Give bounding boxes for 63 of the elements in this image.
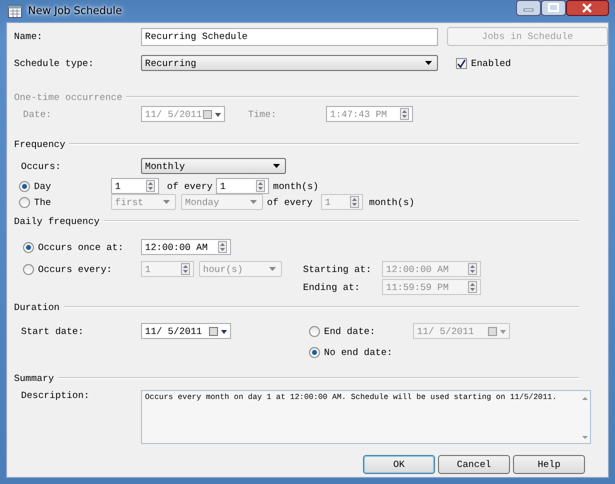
- radio-button[interactable]: [309, 346, 320, 358]
- radio-label: The: [34, 196, 52, 208]
- day-spinbox[interactable]: 1: [111, 178, 159, 194]
- enabled-checkbox[interactable]: [456, 58, 467, 68]
- ending-at-label: Ending at:: [303, 282, 362, 292]
- spinner-icon: [468, 263, 477, 275]
- radio-label: No end date:: [324, 346, 392, 358]
- close-icon[interactable]: [566, 0, 609, 16]
- radio-button[interactable]: [309, 326, 320, 336]
- caret-icon: [163, 200, 170, 204]
- caret-icon: [273, 164, 280, 168]
- caret-icon: [425, 61, 432, 65]
- spinner-icon: [181, 263, 190, 275]
- section-title: Duration: [14, 302, 60, 312]
- start-date-label: Start date:: [20, 326, 85, 336]
- dialog-button[interactable]: Help: [513, 455, 585, 474]
- of-every-label: of every: [167, 180, 214, 192]
- date-label: Date:: [22, 108, 53, 120]
- time-label: Time:: [248, 108, 278, 120]
- months-unit-label: month(s): [273, 180, 319, 192]
- dialog-button[interactable]: OK: [363, 455, 435, 474]
- spinner-icon: [256, 180, 265, 192]
- calendar-dropdown-icon: [203, 110, 221, 118]
- radio-label: End date:: [324, 326, 376, 336]
- months-spinbox[interactable]: 1: [216, 178, 269, 194]
- radio-button[interactable]: [19, 196, 30, 208]
- schedule-type-label: Schedule type:: [13, 58, 95, 68]
- occurs-label: Occurs:: [20, 160, 62, 172]
- name-field[interactable]: Recurring Schedule: [141, 28, 438, 46]
- spinner-icon: [350, 196, 359, 208]
- maximize-icon[interactable]: [541, 0, 566, 16]
- name-label: Name:: [13, 31, 44, 42]
- calendar-icon: [8, 4, 22, 18]
- enabled-label: Enabled: [471, 58, 511, 68]
- spinner-icon: [400, 108, 409, 120]
- caret-icon: [269, 267, 276, 271]
- radio-button[interactable]: [23, 264, 34, 274]
- calendar-dropdown-icon: [209, 326, 227, 336]
- time-field[interactable]: 12:00:00 AM: [141, 239, 231, 255]
- section-title: Summary: [14, 372, 54, 384]
- window-title: New Job Schedule: [28, 5, 122, 17]
- radio-label: Occurs once at:: [38, 242, 124, 252]
- spinner-icon: [218, 241, 227, 253]
- minimize-icon[interactable]: [516, 0, 541, 16]
- occurs-dropdown[interactable]: Monthly: [141, 158, 286, 174]
- schedule-type-dropdown[interactable]: Recurring: [141, 55, 438, 71]
- months-unit-label: month(s): [369, 196, 415, 208]
- spinner-icon: [468, 281, 477, 293]
- description-label: Description:: [20, 390, 90, 401]
- spinner-icon: [146, 180, 155, 192]
- calendar-dropdown-icon: [488, 326, 506, 336]
- section-title: Daily frequency: [14, 216, 100, 226]
- section-title: One-time occurrence: [14, 92, 122, 102]
- dialog-button[interactable]: Cancel: [438, 455, 510, 474]
- radio-button[interactable]: [23, 242, 34, 252]
- caret-icon: [250, 200, 257, 204]
- of-every-label: of every: [267, 196, 314, 208]
- radio-button[interactable]: [19, 180, 30, 192]
- start-date-picker[interactable]: 11/ 5/2011: [141, 323, 231, 339]
- starting-at-label: Starting at:: [303, 264, 372, 274]
- section-title: Frequency: [14, 138, 66, 150]
- radio-label: Day: [34, 180, 52, 192]
- radio-label: Occurs every:: [38, 264, 112, 274]
